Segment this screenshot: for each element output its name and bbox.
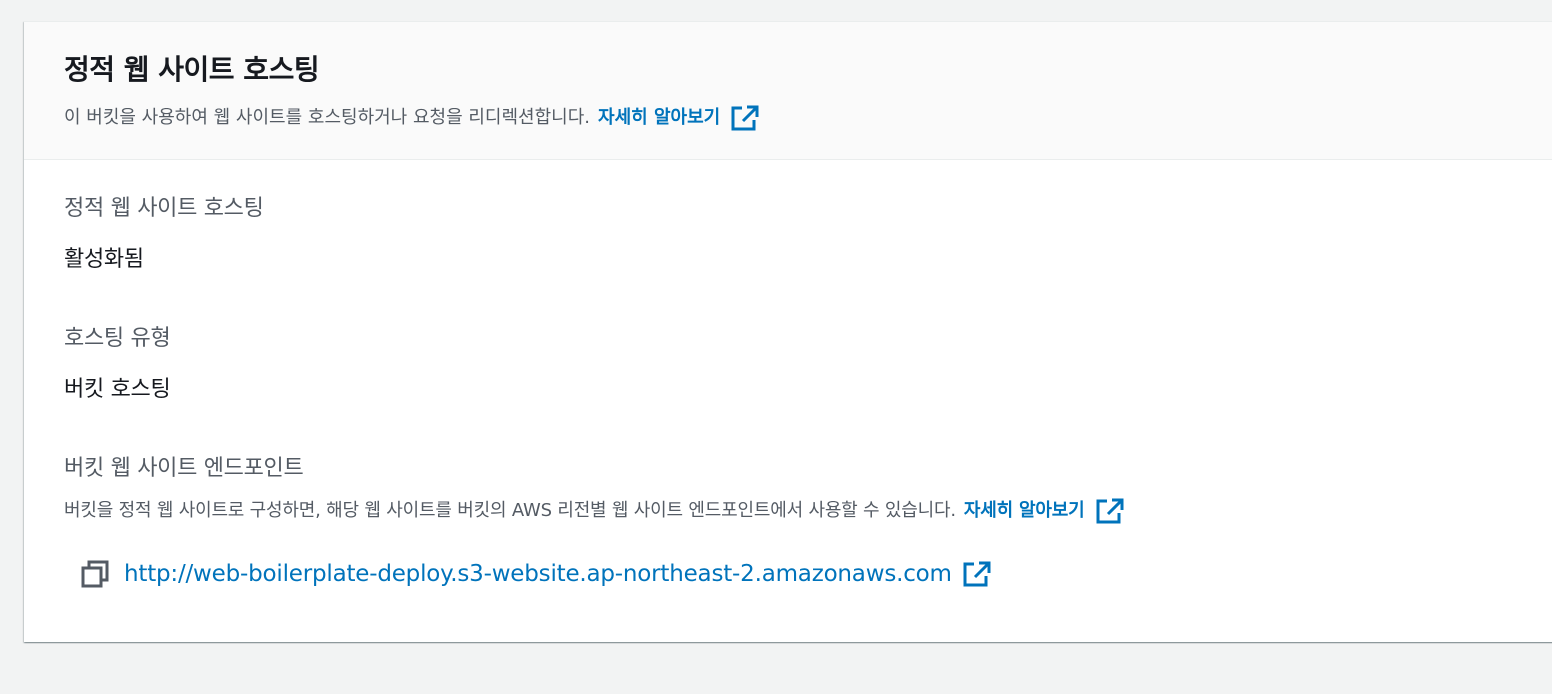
static-website-hosting-panel: 정적 웹 사이트 호스팅 이 버킷을 사용하여 웹 사이트를 호스팅하거나 요청…	[24, 21, 1552, 642]
learn-more-label: 자세히 알아보기	[598, 107, 721, 128]
endpoint-description-text: 버킷을 정적 웹 사이트로 구성하면, 해당 웹 사이트를 버킷의 AWS 리전…	[64, 500, 956, 521]
hosting-type-label: 호스팅 유형	[64, 326, 171, 351]
endpoint-learn-more-link[interactable]: 자세히 알아보기	[964, 497, 1125, 525]
static-hosting-label: 정적 웹 사이트 호스팅	[64, 196, 264, 221]
endpoint-url-row: http://web-boilerplate-deploy.s3-website…	[80, 556, 992, 592]
external-link-icon	[1095, 497, 1125, 525]
panel-title: 정적 웹 사이트 호스팅	[64, 53, 320, 86]
external-link-icon	[730, 104, 760, 132]
endpoint-label: 버킷 웹 사이트 엔드포인트	[64, 456, 304, 481]
endpoint-url-link[interactable]: http://web-boilerplate-deploy.s3-website…	[124, 560, 992, 588]
panel-header: 정적 웹 사이트 호스팅 이 버킷을 사용하여 웹 사이트를 호스팅하거나 요청…	[24, 22, 1552, 160]
hosting-type-value: 버킷 호스팅	[64, 377, 171, 402]
panel-description-text: 이 버킷을 사용하여 웹 사이트를 호스팅하거나 요청을 리디렉션합니다.	[64, 107, 591, 128]
endpoint-description: 버킷을 정적 웹 사이트로 구성하면, 해당 웹 사이트를 버킷의 AWS 리전…	[64, 497, 1125, 525]
static-hosting-value: 활성화됨	[64, 247, 144, 272]
endpoint-url-text: http://web-boilerplate-deploy.s3-website…	[124, 561, 952, 587]
panel-description: 이 버킷을 사용하여 웹 사이트를 호스팅하거나 요청을 리디렉션합니다. 자세…	[64, 104, 1552, 132]
external-link-icon	[962, 560, 992, 588]
endpoint-learn-more-label: 자세히 알아보기	[963, 500, 1085, 521]
copy-icon[interactable]	[80, 559, 110, 589]
learn-more-link[interactable]: 자세히 알아보기	[598, 104, 760, 132]
